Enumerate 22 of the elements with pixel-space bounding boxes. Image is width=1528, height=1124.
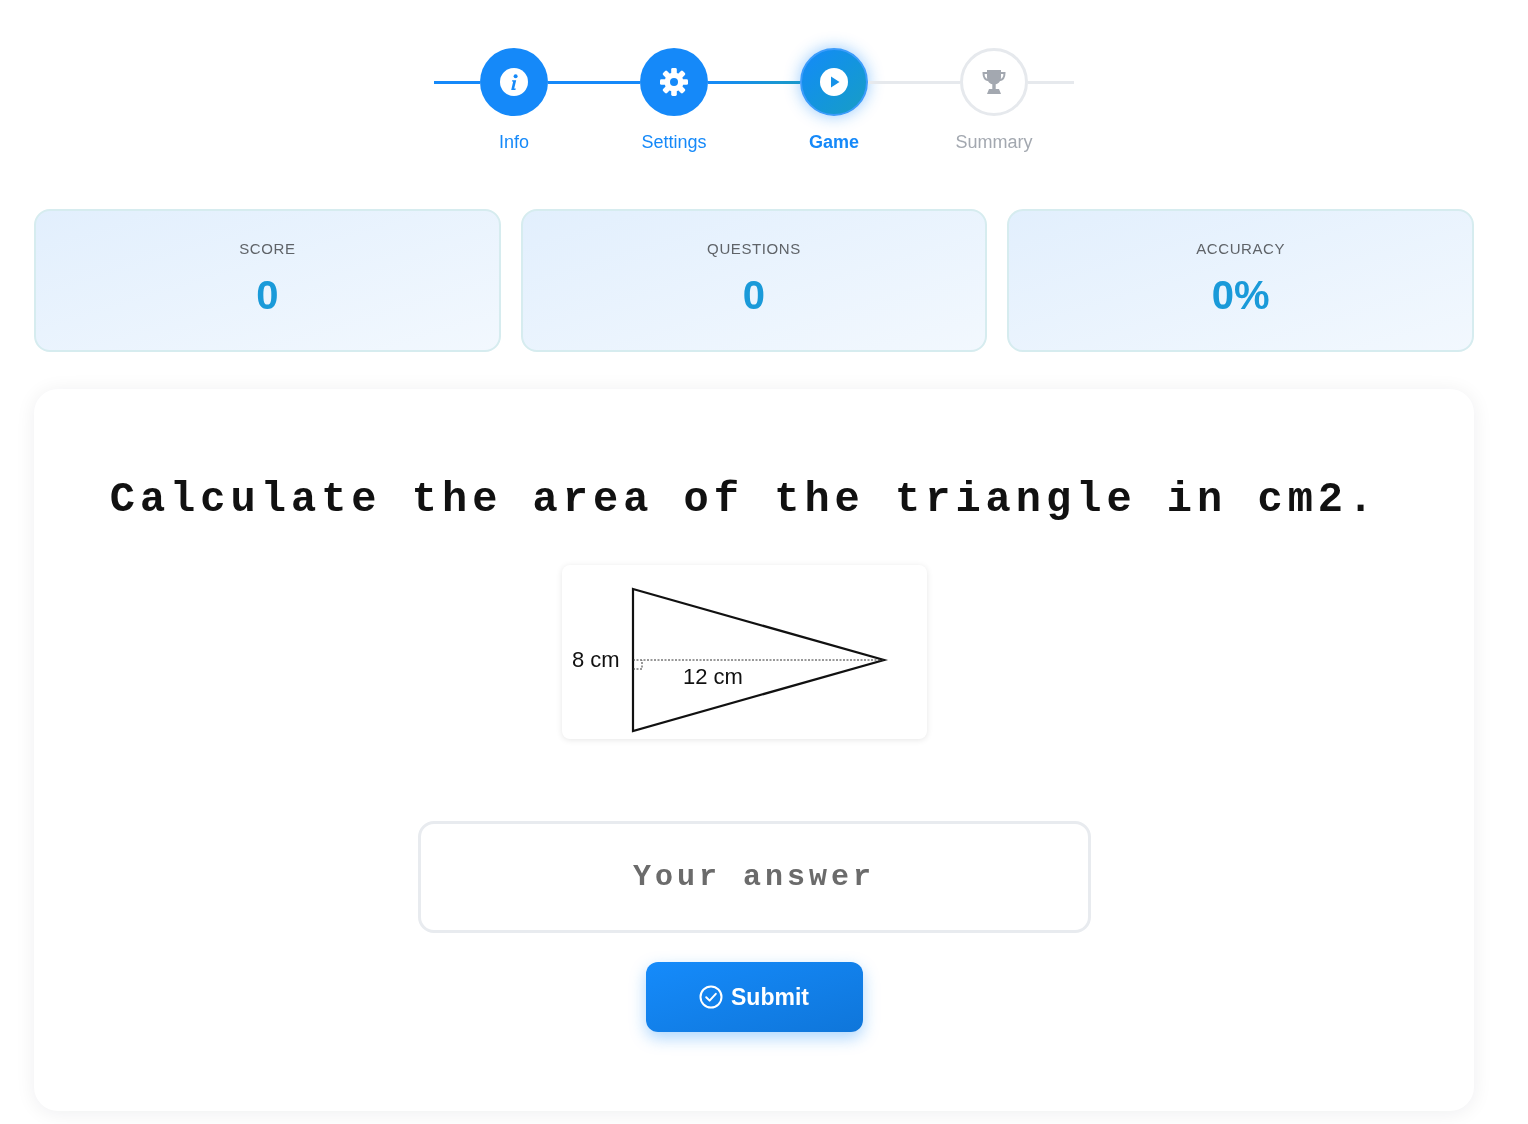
step-connector [434,80,480,84]
step-label: Game [809,131,859,153]
trophy-icon [980,68,1008,96]
step-label: Settings [641,131,707,153]
stat-label: SCORE [239,239,296,259]
stat-value: 0 [256,272,279,319]
gear-icon [660,68,688,96]
dimension-label: 8 cm [571,647,620,672]
stat-value: 0% [1211,272,1270,319]
answer-field[interactable]: Your answer [417,821,1091,933]
check-circle-icon [699,985,723,1009]
stat-label: QUESTIONS [707,239,801,259]
step-indicator[interactable] [800,48,868,116]
stat-label: ACCURACY [1196,239,1286,259]
stat-value: 0 [742,272,766,319]
play-icon [820,68,848,96]
step-label: Info [499,131,529,153]
dimension-label: 12 cm [682,664,743,689]
step-label: Summary [955,131,1033,153]
submit-button[interactable]: Submit [645,962,863,1032]
info-icon [500,68,528,96]
question-text: Calculate the area of the triangle in cm2. [109,477,1379,523]
